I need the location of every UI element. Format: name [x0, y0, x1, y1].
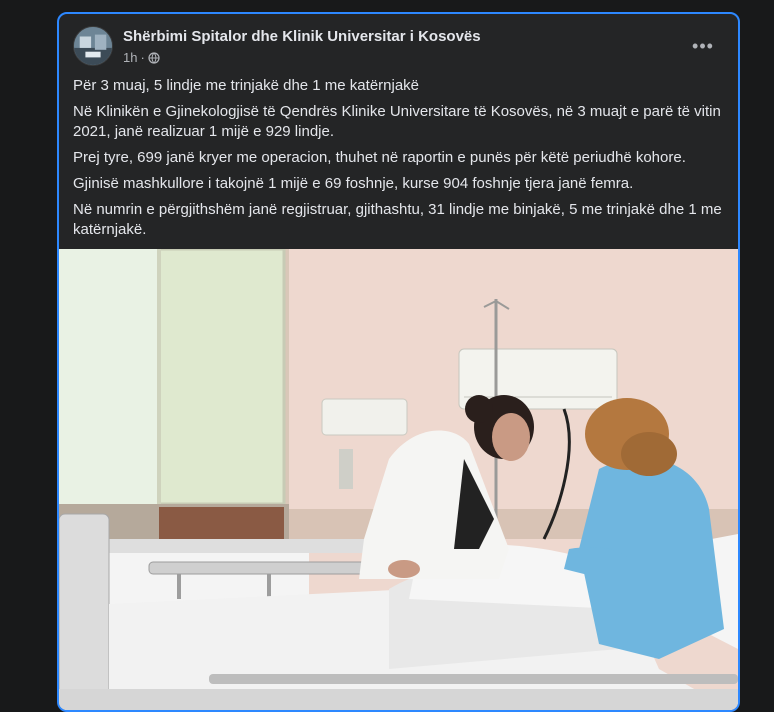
post-paragraph: Për 3 muaj, 5 lindje me trinjakë dhe 1 m… — [73, 77, 420, 94]
post-paragraph: Gjinisë mashkullore i takojnë 1 mijë e 6… — [73, 175, 634, 192]
post-paragraph: Prej tyre, 699 janë kryer me operacion, … — [73, 149, 686, 166]
post-meta: 1h · — [123, 50, 160, 65]
post-time[interactable]: 1h — [123, 50, 137, 65]
page-avatar[interactable] — [73, 26, 113, 66]
page-name-link[interactable]: Shërbimi Spitalor dhe Klinik Universitar… — [123, 28, 481, 45]
meta-separator: · — [140, 50, 145, 65]
post-header: Shërbimi Spitalor dhe Klinik Universitar… — [73, 26, 723, 68]
hospital-room-photo — [59, 249, 738, 710]
post-paragraph: Në numrin e përgjithshëm janë regjistrua… — [73, 201, 722, 238]
post-photo[interactable] — [59, 249, 738, 710]
post-paragraph: Në Klinikën e Gjinekologjisë të Qendrës … — [73, 103, 721, 140]
post-text: Për 3 muaj, 5 lindje me trinjakë dhe 1 m… — [73, 76, 723, 246]
post-card: Shërbimi Spitalor dhe Klinik Universitar… — [57, 12, 740, 712]
more-options-icon[interactable]: ••• — [689, 36, 717, 56]
globe-icon — [148, 51, 160, 64]
